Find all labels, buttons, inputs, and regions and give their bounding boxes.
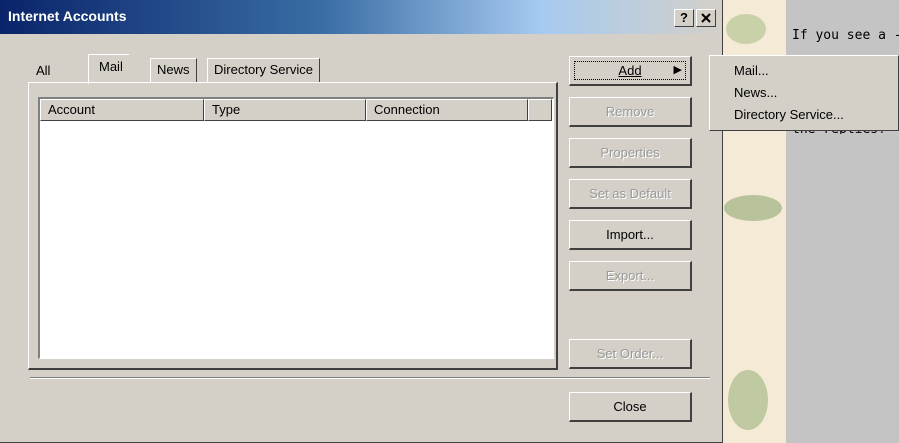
window-title: Internet Accounts bbox=[8, 8, 127, 24]
column-header-account[interactable]: Account bbox=[40, 99, 204, 121]
accounts-list[interactable]: Account Type Connection bbox=[38, 97, 554, 359]
close-window-button[interactable] bbox=[696, 9, 716, 27]
tab-mail[interactable]: Mail bbox=[88, 54, 129, 84]
internet-accounts-dialog: Internet Accounts ? All Mail News Direct… bbox=[0, 0, 723, 443]
submenu-arrow-icon: ▶ bbox=[673, 64, 682, 76]
close-button-label: Close bbox=[613, 399, 647, 414]
menu-item-mail[interactable]: Mail... bbox=[710, 60, 898, 82]
tab-news-label: News bbox=[157, 62, 190, 77]
background-rock bbox=[724, 195, 782, 221]
column-header-account-label: Account bbox=[48, 102, 95, 117]
remove-button-label: Remove bbox=[605, 104, 655, 119]
import-button[interactable]: Import... bbox=[569, 220, 692, 250]
properties-button[interactable]: Properties bbox=[569, 138, 692, 168]
tab-directory-service-label: Directory Service bbox=[214, 62, 313, 77]
column-header-connection[interactable]: Connection bbox=[366, 99, 528, 121]
tab-news[interactable]: News bbox=[150, 58, 197, 82]
set-order-button-label: Set Order... bbox=[596, 346, 664, 361]
export-button[interactable]: Export... bbox=[569, 261, 692, 291]
background-rock bbox=[726, 14, 766, 44]
column-header-type-label: Type bbox=[212, 102, 241, 117]
help-icon: ? bbox=[680, 10, 688, 25]
column-header-connection-label: Connection bbox=[374, 102, 440, 117]
set-as-default-button-label: Set as Default bbox=[589, 186, 671, 201]
export-button-label: Export... bbox=[605, 268, 655, 283]
column-header-filler bbox=[528, 99, 552, 121]
close-button[interactable]: Close bbox=[569, 392, 692, 422]
tab-all[interactable]: All bbox=[30, 60, 56, 82]
remove-button[interactable]: Remove bbox=[569, 97, 692, 127]
close-icon bbox=[701, 13, 711, 23]
help-button[interactable]: ? bbox=[674, 9, 694, 27]
background-text: If you see a - bbox=[792, 28, 899, 43]
focus-rectangle bbox=[574, 61, 686, 80]
column-header-type[interactable]: Type bbox=[204, 99, 366, 121]
set-order-button[interactable]: Set Order... bbox=[569, 339, 692, 369]
tab-mail-label: Mail bbox=[99, 59, 123, 74]
add-menu: Mail... News... Directory Service... bbox=[709, 55, 899, 131]
properties-button-label: Properties bbox=[600, 145, 660, 160]
separator bbox=[30, 377, 710, 379]
tab-all-label: All bbox=[36, 63, 51, 78]
menu-item-directory-service[interactable]: Directory Service... bbox=[710, 104, 898, 126]
menu-item-news[interactable]: News... bbox=[710, 82, 898, 104]
title-bar[interactable]: Internet Accounts ? bbox=[0, 0, 722, 34]
background-rock bbox=[728, 370, 768, 430]
set-as-default-button[interactable]: Set as Default bbox=[569, 179, 692, 209]
import-button-label: Import... bbox=[606, 227, 654, 242]
tab-directory-service[interactable]: Directory Service bbox=[207, 58, 320, 82]
add-button[interactable]: Add ▶ bbox=[569, 56, 692, 86]
